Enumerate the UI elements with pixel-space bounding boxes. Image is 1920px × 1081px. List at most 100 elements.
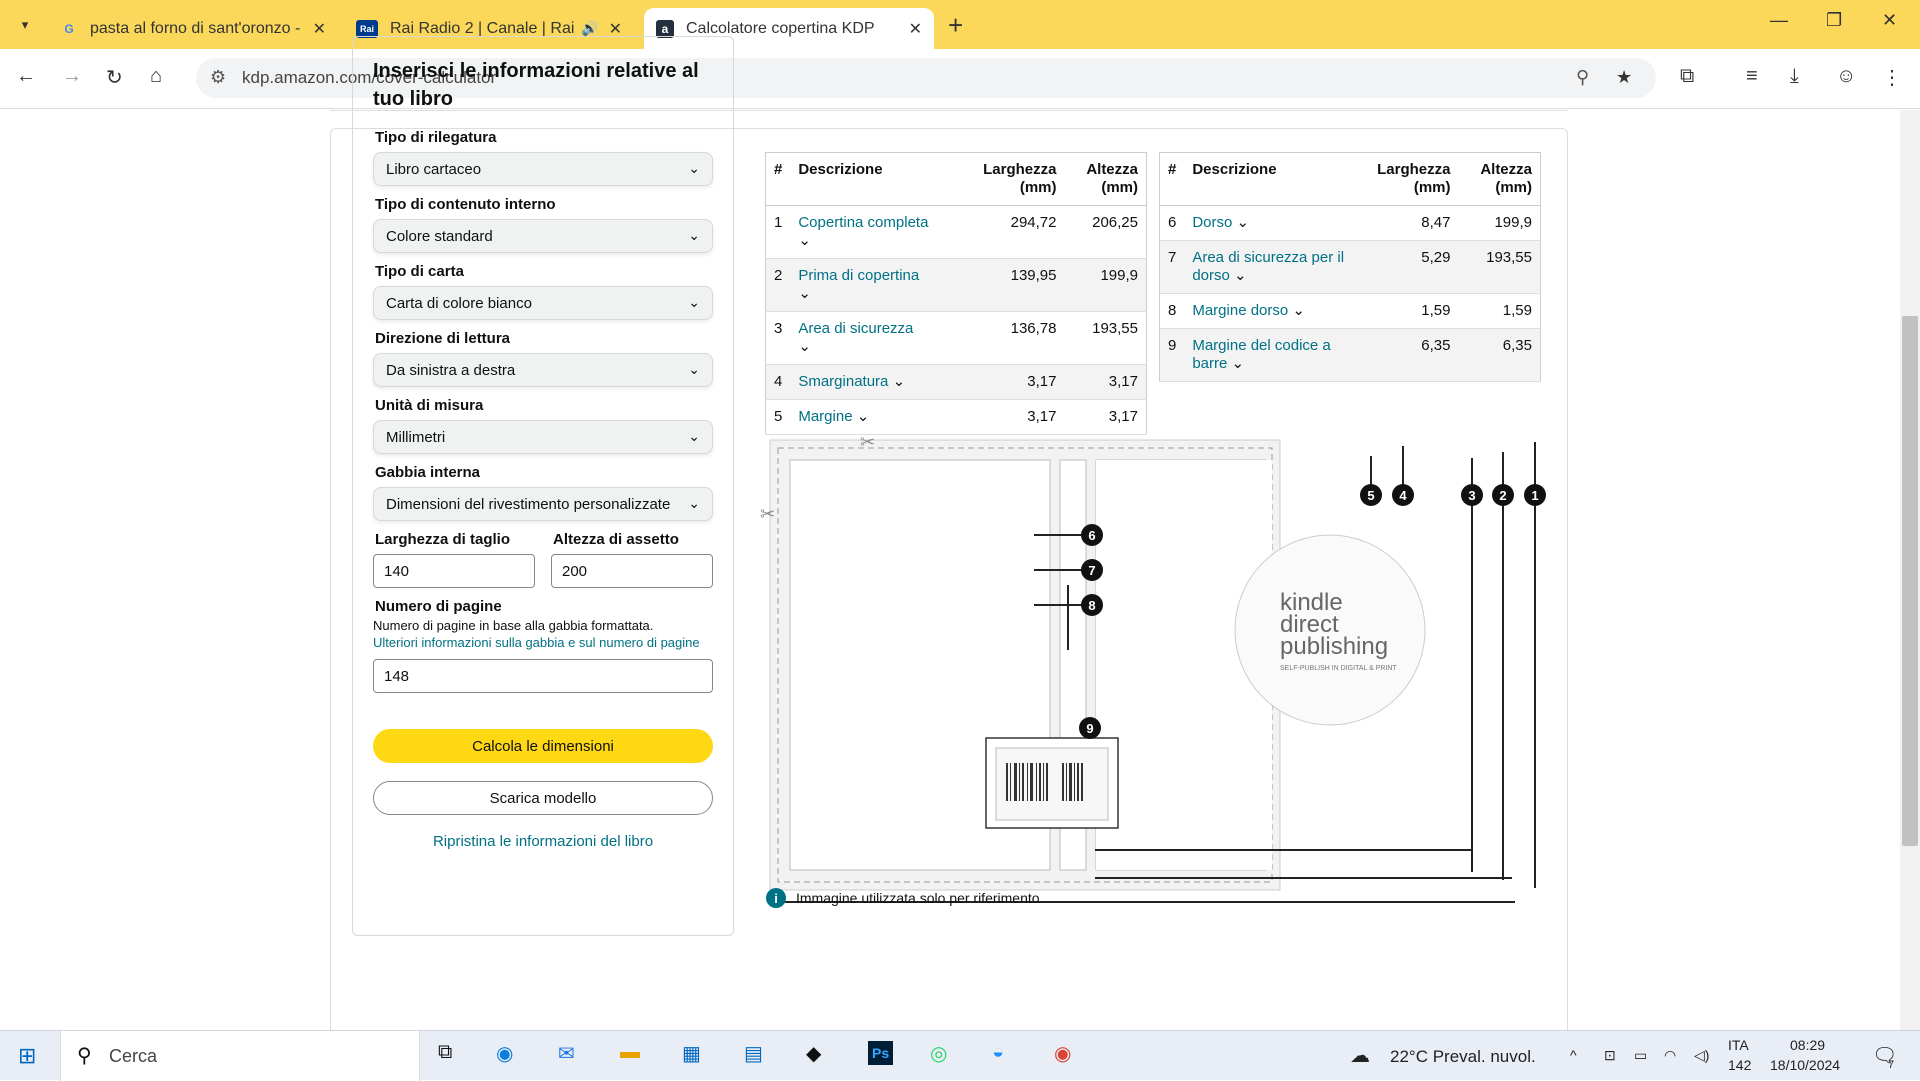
scissors-icon: ✂	[860, 432, 875, 452]
binding-value: Libro cartaceo	[386, 161, 482, 178]
close-window-icon[interactable]: ✕	[1882, 10, 1897, 31]
row-width: 294,72	[968, 205, 1065, 259]
page-count-input[interactable]: 148	[373, 659, 713, 693]
row-desc-cell[interactable]: Copertina completa ⌄	[790, 205, 969, 259]
marker-4-label: 4	[1399, 488, 1407, 503]
row-desc-cell[interactable]: Dorso ⌄	[1184, 205, 1363, 241]
close-tab-icon[interactable]: ✕	[909, 19, 922, 39]
trim-height-label: Altezza di assetto	[553, 531, 679, 548]
chevron-down-icon: ⌄	[688, 495, 700, 511]
windows-start-icon[interactable]: ⊞	[18, 1043, 36, 1069]
col-desc: Descrizione	[790, 152, 969, 206]
pages-info-link[interactable]: Ulteriori informazioni sulla gabbia e su…	[373, 634, 713, 651]
marker-1-label: 1	[1531, 488, 1538, 503]
row-desc[interactable]: Dorso	[1192, 214, 1232, 231]
close-tab-icon[interactable]: ✕	[313, 19, 326, 39]
interior-label: Tipo di contenuto interno	[375, 196, 556, 213]
meet-icon[interactable]: ⊡	[1604, 1047, 1616, 1064]
logo-tagline: SELF-PUBLISH IN DIGITAL & PRINT	[1280, 665, 1397, 672]
app-icon[interactable]: ◆	[806, 1041, 821, 1066]
file-explorer-icon[interactable]: ▬	[620, 1041, 640, 1064]
mail-icon[interactable]: ✉	[558, 1041, 575, 1066]
row-desc[interactable]: Copertina completa	[798, 214, 928, 231]
chevron-down-icon[interactable]: ⌄	[1237, 214, 1250, 231]
clock-date[interactable]: 18/10/2024	[1770, 1057, 1840, 1073]
menu-icon[interactable]: ⋮	[1882, 65, 1902, 90]
tab-title: Calcolatore copertina KDP	[686, 19, 875, 37]
chevron-down-icon[interactable]: ⌄	[798, 232, 811, 249]
table-row: 6 Dorso ⌄ 8,47 199,9	[1159, 205, 1541, 241]
weather-text[interactable]: 22°C Preval. nuvol.	[1390, 1047, 1536, 1067]
marker-5-label: 5	[1367, 488, 1374, 503]
chrome-icon[interactable]: ◉	[1054, 1041, 1071, 1066]
paper-value: Carta di colore bianco	[386, 295, 532, 312]
new-tab-icon[interactable]: +	[948, 10, 963, 41]
row-width: 8,47	[1362, 205, 1459, 241]
profile-avatar-icon[interactable]: ☺	[1836, 65, 1856, 88]
trim-width-input[interactable]: 140	[373, 554, 535, 588]
chevron-down-icon[interactable]: ⌄	[798, 285, 811, 302]
unit-select[interactable]: Millimetri ⌄	[373, 420, 713, 454]
row-desc-cell[interactable]: Margine dorso ⌄	[1184, 293, 1363, 329]
col-num: #	[765, 152, 791, 206]
table-header-row: # Descrizione Larghezza (mm) Altezza (mm…	[765, 152, 1147, 206]
tab-pasta[interactable]: G pasta al forno di sant'oronzo - G ✕	[48, 8, 338, 49]
row-desc[interactable]: Prima di copertina	[798, 267, 919, 284]
row-desc-cell[interactable]: Area di sicurezza per il dorso ⌄	[1184, 240, 1363, 294]
chevron-down-icon[interactable]: ⌄	[1234, 267, 1247, 284]
tab-title: Rai Radio 2 | Canale | RaiPla	[390, 19, 575, 37]
info-icon: i	[766, 888, 786, 908]
row-desc[interactable]: Margine dorso	[1192, 302, 1288, 319]
zoom-icon[interactable]: ⚲	[1576, 67, 1589, 88]
media-control-icon[interactable]: ≡	[1746, 65, 1758, 88]
trim-height-input[interactable]: 200	[551, 554, 713, 588]
minimize-icon[interactable]: —	[1770, 10, 1788, 31]
row-desc-cell[interactable]: Prima di copertina ⌄	[790, 258, 969, 312]
home-icon[interactable]: ⌂	[150, 65, 162, 88]
interior-select[interactable]: Colore standard ⌄	[373, 219, 713, 253]
download-template-button[interactable]: Scarica modello	[373, 781, 713, 815]
amazon-icon: a	[656, 19, 674, 38]
binding-select[interactable]: Libro cartaceo ⌄	[373, 152, 713, 186]
reset-book-info-link[interactable]: Ripristina le informazioni del libro	[373, 833, 713, 850]
app-icon[interactable]: ◒	[992, 1041, 1004, 1064]
app-icon[interactable]: ▤	[744, 1041, 763, 1066]
paper-select[interactable]: Carta di colore bianco ⌄	[373, 286, 713, 320]
chevron-up-icon[interactable]: ^	[1570, 1047, 1577, 1063]
weather-icon[interactable]: ☁	[1350, 1043, 1370, 1068]
lang-top[interactable]: ITA	[1728, 1037, 1749, 1053]
lang-bottom[interactable]: 142	[1728, 1057, 1751, 1073]
back-icon[interactable]: ←	[16, 65, 36, 88]
reading-select[interactable]: Da sinistra a destra ⌄	[373, 353, 713, 387]
restore-icon[interactable]: ❐	[1826, 10, 1842, 31]
edge-icon[interactable]: ◉	[496, 1041, 513, 1066]
speaker-icon[interactable]: 🔊	[581, 20, 598, 37]
reload-icon[interactable]: ↻	[106, 65, 123, 90]
tab-search-button[interactable]: ▾	[10, 12, 40, 38]
battery-icon[interactable]: ▭	[1634, 1047, 1647, 1064]
trim-select[interactable]: Dimensioni del rivestimento personalizza…	[373, 487, 713, 521]
marker-7-label: 7	[1088, 563, 1095, 578]
download-icon[interactable]: ⤓	[1790, 65, 1799, 88]
extensions-icon[interactable]: ⧉	[1680, 65, 1694, 88]
forward-icon[interactable]: →	[62, 65, 82, 88]
chevron-down-icon[interactable]: ⌄	[1292, 302, 1305, 319]
site-info-icon[interactable]: ⚙	[210, 67, 226, 88]
scrollbar-thumb[interactable]	[1902, 316, 1918, 846]
photoshop-icon[interactable]: Ps	[868, 1041, 894, 1065]
taskbar-search[interactable]: ⚲ Cerca	[60, 1031, 420, 1081]
whatsapp-icon[interactable]: ◎	[930, 1041, 947, 1066]
volume-icon[interactable]: ◁)	[1694, 1047, 1709, 1064]
calculate-button[interactable]: Calcola le dimensioni	[373, 729, 713, 763]
reference-note: i Immagine utilizzata solo per riferimen…	[766, 888, 1040, 908]
task-view-icon[interactable]: ⧉	[438, 1041, 452, 1064]
page-scrollbar[interactable]	[1900, 110, 1920, 1030]
store-icon[interactable]: ▦	[682, 1041, 701, 1066]
row-desc[interactable]: Area di sicurezza per il dorso	[1192, 249, 1344, 284]
wifi-icon[interactable]: ◠	[1664, 1047, 1676, 1064]
col-height: Altezza (mm)	[1064, 152, 1147, 206]
clock-time[interactable]: 08:29	[1790, 1037, 1825, 1053]
bookmark-star-icon[interactable]: ★	[1616, 67, 1632, 88]
chevron-down-icon: ⌄	[688, 428, 700, 444]
row-width: 1,59	[1362, 293, 1459, 329]
